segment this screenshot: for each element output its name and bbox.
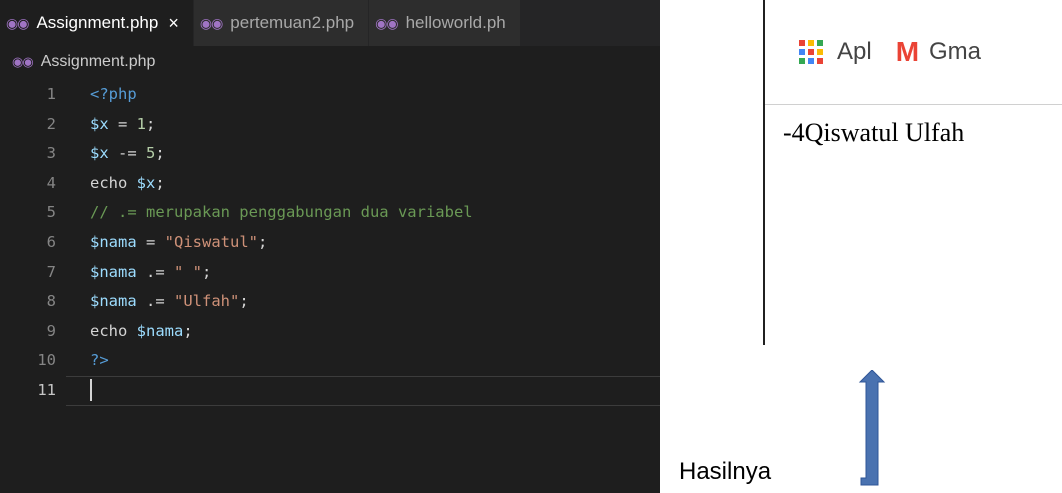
line-number: 10 — [37, 351, 56, 370]
line-code — [90, 376, 92, 406]
tab-label: Assignment.php — [36, 13, 159, 32]
line-code: <?php — [90, 80, 137, 110]
tab-helloworld[interactable]: ◉◉ helloworld.ph — [369, 0, 521, 46]
code-token: "Ulfah" — [174, 292, 240, 311]
tab-assignment[interactable]: ◉◉ Assignment.php × — [0, 0, 194, 46]
line-number: 3 — [46, 144, 56, 163]
current-line-highlight — [66, 375, 660, 406]
code-token: $nama — [90, 292, 137, 311]
code-token: ; — [183, 321, 193, 340]
code-token: echo — [90, 173, 137, 192]
code-token: $nama — [90, 232, 137, 251]
line-code: ?> — [90, 346, 109, 376]
line-code: $x = 1; — [90, 110, 155, 140]
code-line[interactable]: 3 $x -= 5; — [0, 139, 660, 169]
code-token: = — [108, 114, 137, 133]
code-token: ; — [258, 232, 268, 251]
code-line[interactable]: 11 — [0, 375, 660, 406]
page-output: -4Qiswatul Ulfah — [783, 118, 965, 147]
tab-pertemuan2[interactable]: ◉◉ pertemuan2.php — [193, 0, 370, 46]
code-line[interactable]: 5 // .= merupakan penggabungan dua variab… — [0, 198, 660, 228]
breadcrumb-file[interactable]: Assignment.php — [41, 53, 156, 71]
code-token: $nama — [136, 321, 184, 340]
gmail-bookmark-label[interactable]: Gma — [929, 38, 981, 66]
code-token: .= — [136, 262, 174, 281]
code-line[interactable]: 9 echo $nama; — [0, 317, 660, 347]
code-token: $nama — [90, 262, 137, 281]
code-line[interactable]: 10 ?> — [0, 346, 660, 376]
tab-label: pertemuan2.php — [230, 13, 355, 32]
tab-label: helloworld.ph — [405, 13, 506, 32]
code-line[interactable]: 1 <?php — [0, 80, 660, 110]
code-token: $x — [90, 114, 109, 133]
code-token: echo — [90, 321, 137, 340]
line-code: $nama .= "Ulfah"; — [90, 287, 249, 317]
php-file-icon: ◉◉ — [12, 54, 34, 69]
line-number: 9 — [46, 321, 56, 340]
breadcrumb[interactable]: ◉◉ Assignment.php — [0, 46, 660, 78]
text-cursor — [90, 379, 92, 402]
bookmarks-bar: Apl M Gma — [765, 0, 1062, 105]
code-token: ; — [239, 292, 249, 311]
code-token: $x — [90, 144, 109, 163]
line-code: $x -= 5; — [90, 139, 165, 169]
code-token: 5 — [146, 144, 156, 163]
apps-grid-icon[interactable] — [799, 40, 823, 64]
line-code: // .= merupakan penggabungan dua variabe… — [90, 198, 473, 228]
code-token: ; — [155, 144, 165, 163]
php-file-icon: ◉◉ — [6, 14, 29, 31]
code-token: ?> — [90, 351, 109, 370]
code-token: .= — [136, 292, 174, 311]
code-token: = — [136, 232, 165, 251]
php-file-icon: ◉◉ — [375, 14, 398, 31]
line-number: 6 — [46, 232, 56, 251]
code-token: ; — [146, 114, 156, 133]
line-number: 4 — [46, 173, 56, 192]
code-token: ; — [202, 262, 212, 281]
code-line[interactable]: 7 $nama .= " "; — [0, 258, 660, 288]
code-editor: ◉◉ Assignment.php × ◉◉ pertemuan2.php ◉◉… — [0, 0, 660, 493]
line-number: 1 — [46, 85, 56, 103]
code-token: <?php — [90, 85, 137, 103]
code-line[interactable]: 4 echo $x; — [0, 169, 660, 199]
line-number: 2 — [46, 114, 56, 133]
line-code: $nama .= " "; — [90, 258, 211, 288]
line-number: 11 — [37, 380, 56, 399]
apps-bookmark-label[interactable]: Apl — [837, 38, 872, 66]
line-code: echo $nama; — [90, 317, 193, 347]
code-token: " " — [174, 262, 202, 281]
code-line[interactable]: 8 $nama .= "Ulfah"; — [0, 287, 660, 317]
line-code: $nama = "Qiswatul"; — [90, 228, 267, 258]
code-token: 1 — [136, 114, 147, 133]
editor-tab-bar: ◉◉ Assignment.php × ◉◉ pertemuan2.php ◉◉… — [0, 0, 660, 46]
code-line[interactable]: 2 $x = 1; — [0, 110, 660, 140]
browser-window: Apl M Gma -4Qiswatul Ulfah — [763, 0, 1062, 345]
code-token: ; — [155, 173, 165, 192]
gmail-icon[interactable]: M — [896, 36, 919, 68]
line-number: 7 — [46, 262, 56, 281]
code-token: "Qiswatul" — [164, 232, 258, 251]
line-number: 8 — [46, 292, 56, 311]
up-arrow-icon — [858, 370, 886, 486]
line-number: 5 — [46, 203, 56, 222]
code-token: // .= merupakan penggabungan dua variabe… — [90, 203, 473, 222]
code-token: -= — [108, 144, 146, 163]
line-code: echo $x; — [90, 169, 165, 199]
php-file-icon: ◉◉ — [199, 14, 223, 31]
code-token: $x — [136, 173, 156, 192]
code-line[interactable]: 6 $nama = "Qiswatul"; — [0, 228, 660, 258]
close-tab-icon[interactable]: × — [168, 13, 179, 34]
annotation-label: Hasilnya — [679, 458, 772, 485]
code-area[interactable]: 1 <?php 2 $x = 1; 3 $x -= 5; 4 echo $x; 5// .= m… — [0, 80, 660, 406]
